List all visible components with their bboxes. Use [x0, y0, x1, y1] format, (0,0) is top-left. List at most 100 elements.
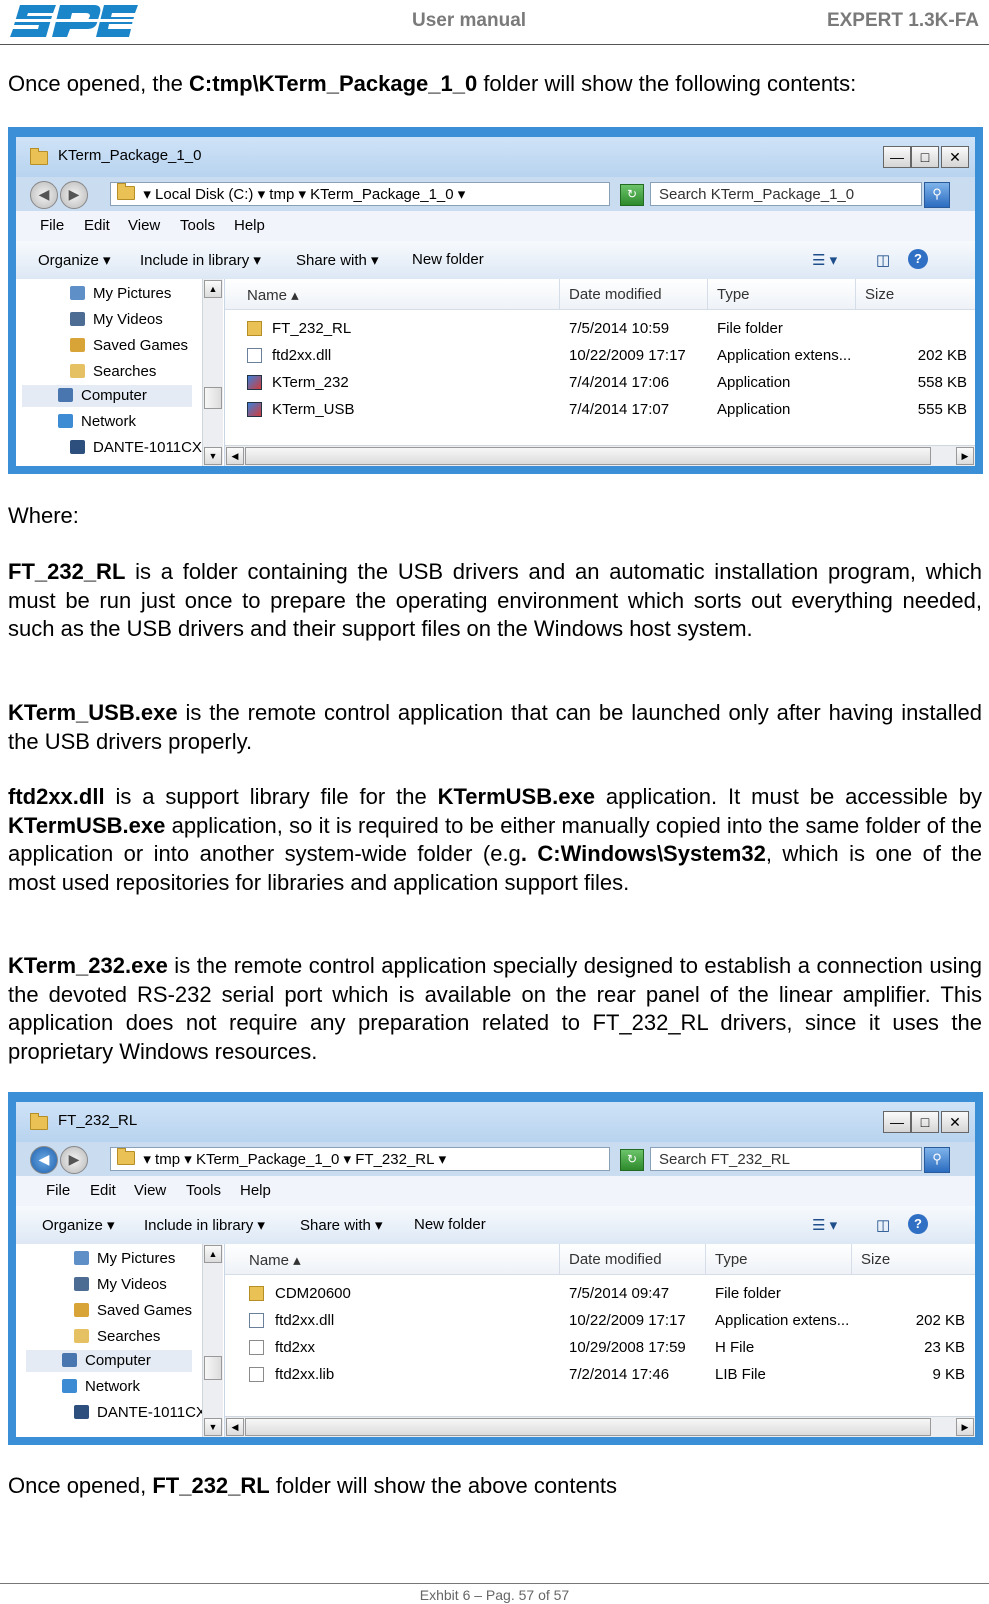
preview-pane-icon[interactable]: ◫: [876, 251, 890, 269]
scroll-thumb[interactable]: [245, 447, 931, 465]
menu-tools[interactable]: Tools: [180, 217, 215, 234]
nav-my-videos[interactable]: My Videos: [74, 1274, 167, 1296]
nav-dante[interactable]: DANTE-1011CX: [74, 1402, 206, 1424]
col-type[interactable]: Type: [715, 1251, 748, 1268]
scroll-left-icon[interactable]: ◀: [226, 447, 244, 465]
computer-icon: [74, 1405, 89, 1419]
scroll-thumb[interactable]: [204, 1356, 222, 1380]
menu-help[interactable]: Help: [234, 217, 265, 234]
forward-button[interactable]: ▶: [60, 181, 88, 209]
nav-scrollbar[interactable]: ▲ ▼: [202, 279, 223, 466]
forward-button[interactable]: ▶: [60, 1146, 88, 1174]
help-icon[interactable]: ?: [908, 249, 928, 269]
horizontal-scrollbar[interactable]: ◀ ▶: [225, 1416, 975, 1437]
col-date[interactable]: Date modified: [569, 286, 662, 303]
table-row[interactable]: CDM20600 7/5/2014 09:47 File folder: [225, 1280, 975, 1307]
scroll-left-icon[interactable]: ◀: [226, 1418, 244, 1436]
nav-saved-games[interactable]: Saved Games: [74, 1300, 192, 1322]
menu-file[interactable]: File: [40, 217, 64, 234]
table-row[interactable]: ftd2xx.dll 10/22/2009 17:17 Application …: [225, 1307, 975, 1334]
organize-button[interactable]: Organize ▾: [38, 251, 111, 269]
scroll-right-icon[interactable]: ▶: [956, 447, 974, 465]
menu-tools[interactable]: Tools: [186, 1182, 221, 1199]
nav-my-videos[interactable]: My Videos: [70, 309, 163, 331]
scroll-right-icon[interactable]: ▶: [956, 1418, 974, 1436]
column-header: Name ▴ Date modified Type Size: [225, 1244, 975, 1275]
col-size[interactable]: Size: [865, 286, 894, 303]
nav-my-pictures[interactable]: My Pictures: [74, 1248, 175, 1270]
col-type[interactable]: Type: [717, 286, 750, 303]
nav-scrollbar[interactable]: ▲ ▼: [202, 1244, 223, 1437]
crumb-2[interactable]: KTerm_Package_1_0: [196, 1151, 339, 1168]
scroll-down-icon[interactable]: ▼: [204, 1418, 222, 1436]
nav-network[interactable]: Network: [62, 1376, 140, 1398]
preview-pane-icon[interactable]: ◫: [876, 1216, 890, 1234]
view-options-icon[interactable]: ☰ ▾: [812, 1216, 837, 1234]
outro-folder-name: FT_232_RL: [152, 1473, 270, 1498]
scroll-thumb[interactable]: [245, 1418, 931, 1436]
menu-file[interactable]: File: [46, 1182, 70, 1199]
table-row[interactable]: FT_232_RL 7/5/2014 10:59 File folder: [225, 315, 975, 342]
refresh-icon[interactable]: ↻: [620, 184, 644, 206]
menu-edit[interactable]: Edit: [84, 217, 110, 234]
nav-network[interactable]: Network: [58, 411, 136, 433]
back-button[interactable]: ◀: [30, 181, 58, 209]
scroll-up-icon[interactable]: ▲: [204, 280, 222, 298]
menu-view[interactable]: View: [134, 1182, 166, 1199]
share-with-button[interactable]: Share with ▾: [296, 251, 379, 269]
menu-help[interactable]: Help: [240, 1182, 271, 1199]
col-name[interactable]: Name ▴: [249, 1251, 301, 1269]
menu-edit[interactable]: Edit: [90, 1182, 116, 1199]
refresh-icon[interactable]: ↻: [620, 1149, 644, 1171]
menu-view[interactable]: View: [128, 217, 160, 234]
new-folder-button[interactable]: New folder: [412, 251, 484, 268]
table-row[interactable]: ftd2xx.dll 10/22/2009 17:17 Application …: [225, 342, 975, 369]
maximize-button[interactable]: □: [911, 1111, 939, 1133]
address-input[interactable]: ▾ tmp ▾ KTerm_Package_1_0 ▾ FT_232_RL ▾: [110, 1147, 610, 1171]
nav-dante[interactable]: DANTE-1011CX: [70, 437, 202, 459]
nav-saved-games[interactable]: Saved Games: [70, 335, 188, 357]
address-input[interactable]: ▾ Local Disk (C:) ▾ tmp ▾ KTerm_Package_…: [110, 182, 610, 206]
close-button[interactable]: ✕: [941, 146, 969, 168]
crumb-2[interactable]: tmp: [269, 186, 294, 203]
nav-searches[interactable]: Searches: [74, 1326, 160, 1348]
include-in-library-button[interactable]: Include in library ▾: [144, 1216, 265, 1234]
scroll-thumb[interactable]: [204, 387, 222, 409]
close-button[interactable]: ✕: [941, 1111, 969, 1133]
share-with-button[interactable]: Share with ▾: [300, 1216, 383, 1234]
help-icon[interactable]: ?: [908, 1214, 928, 1234]
view-options-icon[interactable]: ☰ ▾: [812, 251, 837, 269]
col-date[interactable]: Date modified: [569, 1251, 662, 1268]
crumb-1[interactable]: Local Disk (C:): [155, 186, 253, 203]
crumb-1[interactable]: tmp: [155, 1151, 180, 1168]
crumb-3[interactable]: FT_232_RL: [355, 1151, 434, 1168]
ft232-name: FT_232_RL: [8, 559, 126, 584]
back-button[interactable]: ◀: [30, 1146, 58, 1174]
include-in-library-button[interactable]: Include in library ▾: [140, 251, 261, 269]
organize-button[interactable]: Organize ▾: [42, 1216, 115, 1234]
horizontal-scrollbar[interactable]: ◀ ▶: [225, 445, 975, 466]
minimize-button[interactable]: —: [883, 146, 911, 168]
minimize-button[interactable]: —: [883, 1111, 911, 1133]
col-name[interactable]: Name ▴: [247, 286, 299, 304]
table-row[interactable]: KTerm_USB 7/4/2014 17:07 Application 555…: [225, 396, 975, 423]
col-size[interactable]: Size: [861, 1251, 890, 1268]
table-row[interactable]: ftd2xx.lib 7/2/2014 17:46 LIB File 9 KB: [225, 1361, 975, 1388]
table-row[interactable]: ftd2xx 10/29/2008 17:59 H File 23 KB: [225, 1334, 975, 1361]
crumb-3[interactable]: KTerm_Package_1_0: [310, 186, 453, 203]
scroll-down-icon[interactable]: ▼: [204, 447, 222, 465]
nav-searches[interactable]: Searches: [70, 361, 156, 383]
maximize-button[interactable]: □: [911, 146, 939, 168]
nav-computer[interactable]: Computer: [26, 1350, 192, 1372]
search-input[interactable]: Search KTerm_Package_1_0: [650, 182, 922, 206]
nav-my-pictures[interactable]: My Pictures: [70, 283, 171, 305]
search-icon[interactable]: ⚲: [924, 182, 950, 208]
scroll-up-icon[interactable]: ▲: [204, 1245, 222, 1263]
search-icon[interactable]: ⚲: [924, 1147, 950, 1173]
intro-path: C:tmp\KTerm_Package_1_0: [189, 71, 478, 96]
new-folder-button[interactable]: New folder: [414, 1216, 486, 1233]
table-row[interactable]: KTerm_232 7/4/2014 17:06 Application 558…: [225, 369, 975, 396]
ftd2xx-description: ftd2xx.dll is a support library file for…: [8, 784, 983, 895]
search-input[interactable]: Search FT_232_RL: [650, 1147, 922, 1171]
nav-computer[interactable]: Computer: [22, 385, 192, 407]
